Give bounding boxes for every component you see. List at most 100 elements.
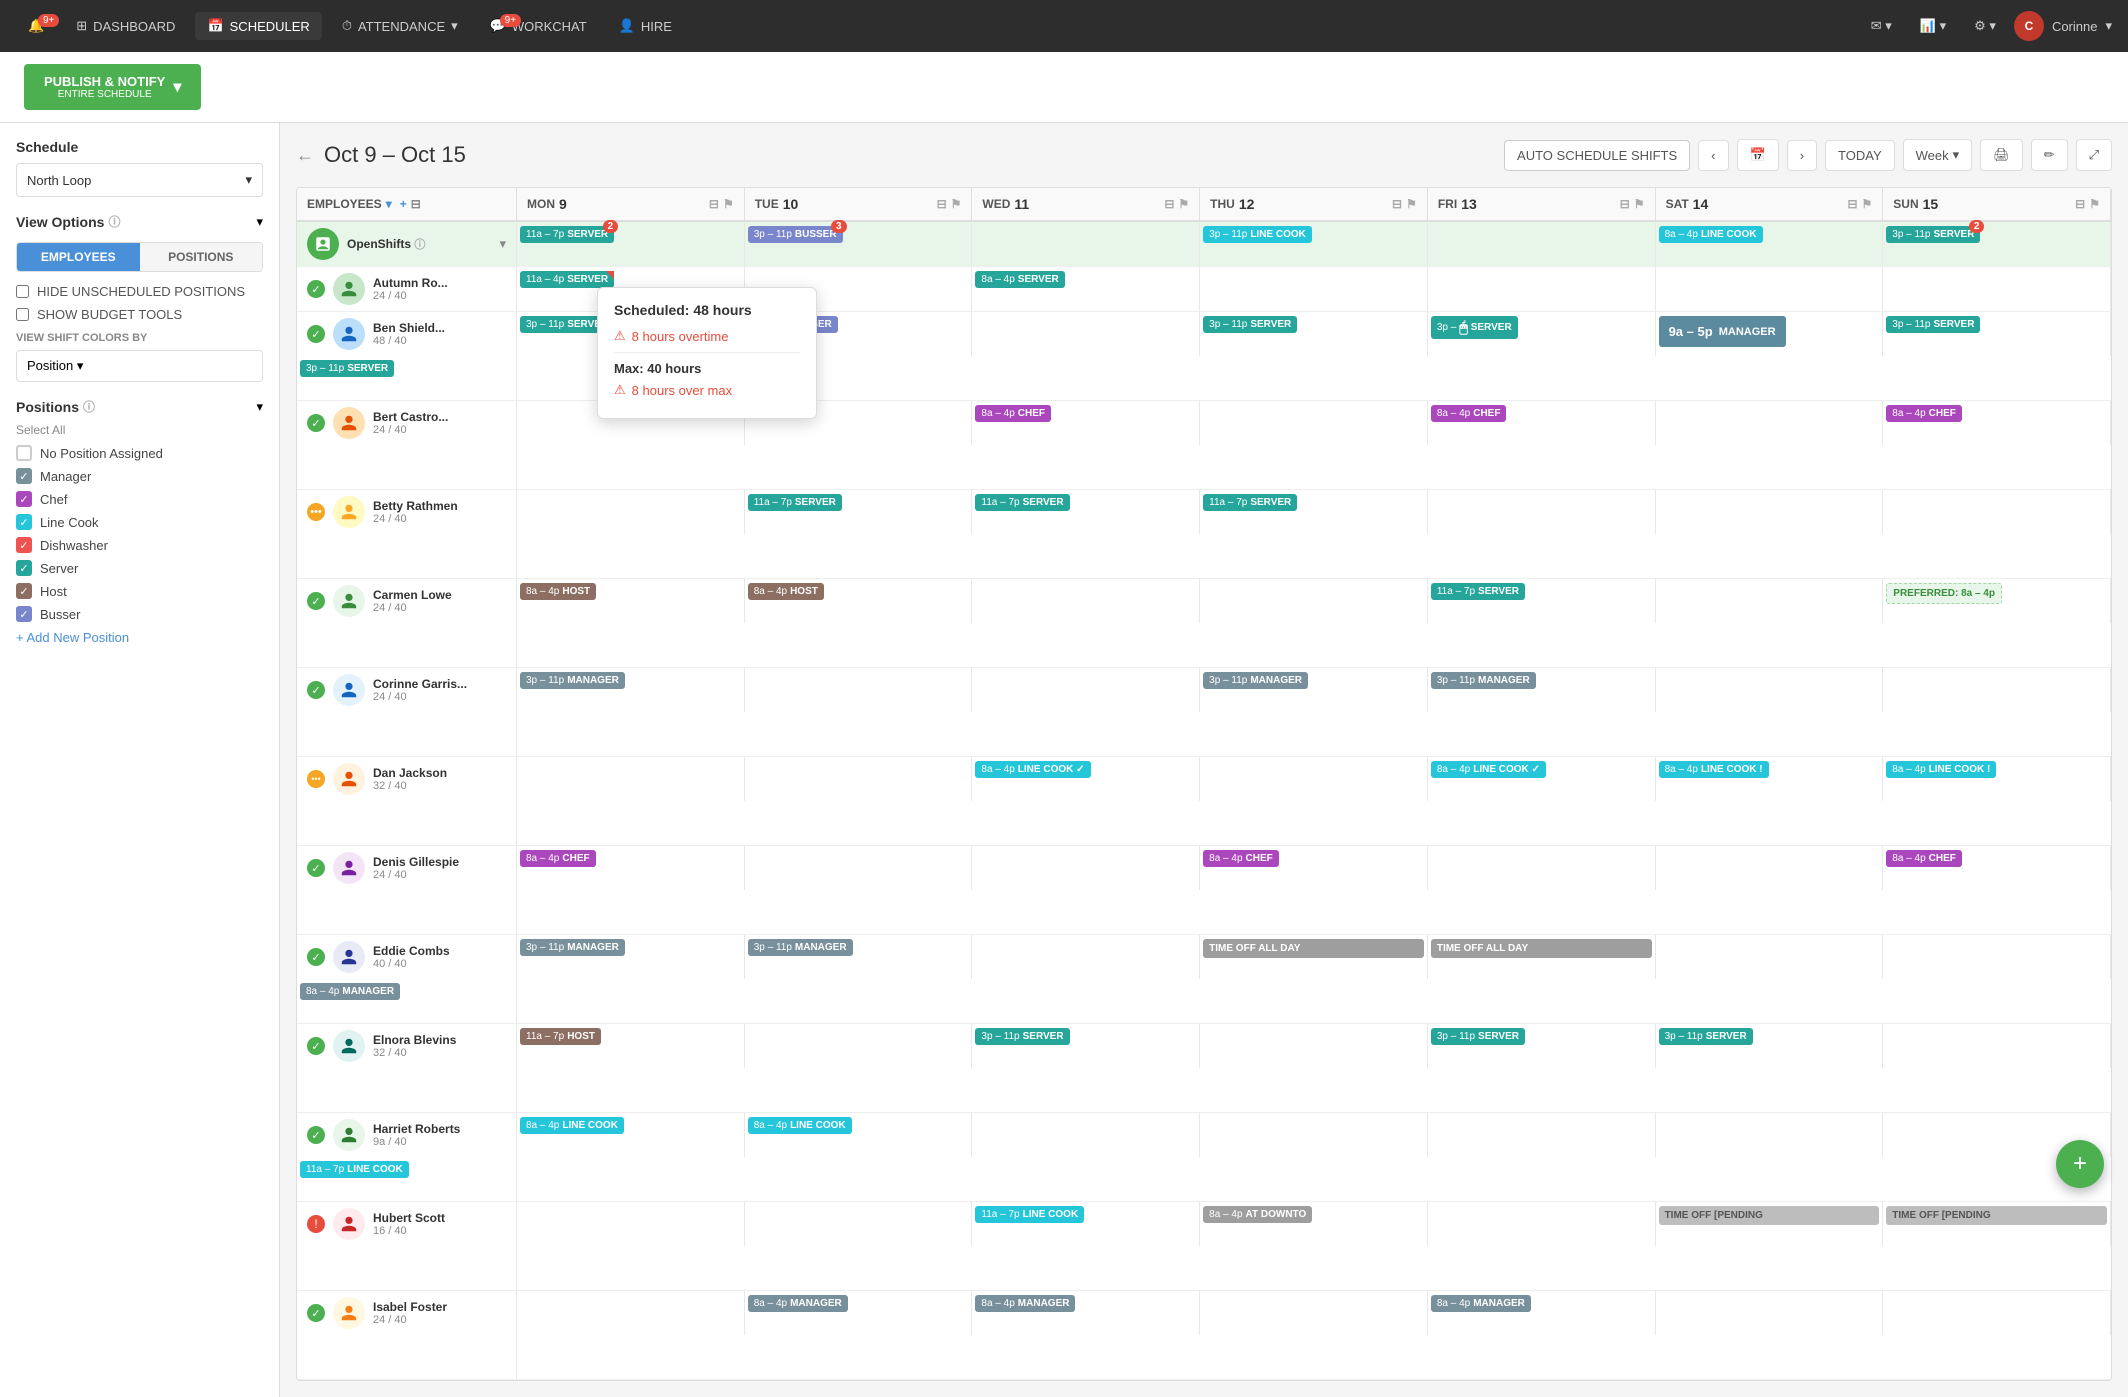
dan-tue[interactable]	[745, 757, 973, 801]
sat-add-icon[interactable]: ⚑	[1862, 197, 1873, 211]
hubert-sat[interactable]: TIME OFF [PENDING	[1656, 1202, 1884, 1246]
corinne-sat[interactable]	[1656, 668, 1884, 712]
eddie-fri[interactable]: TIME OFF ALL DAY	[1428, 935, 1656, 979]
shift-pill[interactable]: 3p – 11p BUSSER 3	[748, 226, 843, 243]
shift-pill[interactable]: 8a – 4p SERVER	[975, 271, 1064, 288]
harriet-mon[interactable]: 8a – 4p LINE COOK	[517, 1113, 745, 1157]
shift-pill[interactable]: 8a – 4p MANAGER	[1431, 1295, 1531, 1312]
elnora-wed[interactable]: 3p – 11p SERVER	[972, 1024, 1200, 1068]
corinne-sun[interactable]	[297, 712, 517, 756]
reports-btn[interactable]: 📊 ▾	[1910, 12, 1956, 40]
fri-add-icon[interactable]: ⚑	[1634, 197, 1645, 211]
calendar-picker-button[interactable]: 📅	[1737, 139, 1779, 171]
shift-pill[interactable]: 3p – 11p SERVER	[1431, 1028, 1525, 1045]
betty-tue[interactable]: 11a – 7p SERVER	[745, 490, 973, 534]
position-host[interactable]: ✓ Host	[16, 583, 263, 599]
shift-pill[interactable]: 8a – 4p LINE COOK !	[1886, 761, 1996, 778]
harriet-sun[interactable]: 11a – 7p LINE COOK	[297, 1157, 517, 1201]
time-off-thu[interactable]: TIME OFF ALL DAY	[1203, 939, 1424, 958]
autumn-thu[interactable]	[1200, 267, 1428, 311]
shift-pill[interactable]: 3p – 11p MANAGER	[748, 939, 853, 956]
auto-schedule-button[interactable]: AUTO SCHEDULE SHIFTS	[1504, 140, 1690, 171]
harriet-sat[interactable]	[1656, 1113, 1884, 1157]
carmen-thu[interactable]	[1200, 579, 1428, 623]
carmen-sat[interactable]	[1656, 579, 1884, 623]
betty-wed[interactable]: 11a – 7p SERVER	[972, 490, 1200, 534]
shift-pill-manager[interactable]: 9a – 5p MANAGER	[1659, 316, 1786, 347]
dan-sat2[interactable]: 8a – 4p LINE COOK !	[1883, 757, 2111, 801]
tue-add-icon[interactable]: ⚑	[951, 197, 962, 211]
shift-pill[interactable]: 3p – 11p MANAGER	[1431, 672, 1536, 689]
host-checkbox[interactable]: ✓	[16, 583, 32, 599]
bert-wed[interactable]: 8a – 4p CHEF	[972, 401, 1200, 445]
shift-pill[interactable]: 8a – 4p CHEF	[1431, 405, 1507, 422]
wed-add-icon[interactable]: ⚑	[1178, 197, 1189, 211]
ben-sun[interactable]: 3p – 11p SERVER	[297, 356, 517, 400]
open-shift-sun[interactable]: 3p – 11p SERVER 2	[1883, 222, 2111, 266]
elnora-sun[interactable]	[297, 1068, 517, 1112]
bert-sat[interactable]	[1656, 401, 1884, 445]
betty-mon[interactable]	[517, 490, 745, 534]
shift-pill[interactable]: 8a – 4p HOST	[748, 583, 824, 600]
chef-checkbox[interactable]: ✓	[16, 491, 32, 507]
bert-sun[interactable]	[297, 445, 517, 489]
settings-btn[interactable]: ⚙ ▾	[1964, 12, 2006, 40]
open-shift-sat[interactable]: 8a – 4p LINE COOK	[1656, 222, 1884, 266]
shift-pill[interactable]: 3p – 11p SERVER 2	[1886, 226, 1980, 243]
next-week-button[interactable]: ›	[1787, 140, 1817, 171]
carmen-sat2[interactable]: PREFERRED: 8a – 4p	[1883, 579, 2111, 623]
shift-pill[interactable]: 8a – 4p CHEF	[1886, 850, 1962, 867]
bert-thu[interactable]	[1200, 401, 1428, 445]
ben-thu[interactable]: 3p – 11p SERVER	[1200, 312, 1428, 356]
shift-pill[interactable]: 11a – 4p SERVER	[520, 271, 614, 288]
autumn-sun[interactable]	[1883, 267, 2111, 311]
shift-pill[interactable]: 11a – 7p SERVER 2	[520, 226, 614, 243]
shift-pill[interactable]: 3p – 11p SERVER	[300, 360, 394, 377]
shift-pill[interactable]: 3p – 11p SERVER	[975, 1028, 1069, 1045]
hubert-thu[interactable]: 8a – 4p AT DOWNTO	[1200, 1202, 1428, 1246]
mon-add-icon[interactable]: ⚑	[723, 197, 734, 211]
ben-wed[interactable]	[972, 312, 1200, 356]
corinne-thu[interactable]: 3p – 11p MANAGER	[1200, 668, 1428, 712]
positions-tab[interactable]: POSITIONS	[140, 243, 263, 271]
server-checkbox[interactable]: ✓	[16, 560, 32, 576]
isabel-sun[interactable]	[297, 1335, 517, 1379]
elnora-tue[interactable]	[745, 1024, 973, 1068]
prev-week-button[interactable]: ‹	[1698, 140, 1728, 171]
betty-sun[interactable]	[297, 534, 517, 578]
publish-notify-button[interactable]: PUBLISH & NOTIFY ENTIRE SCHEDULE ▾	[24, 64, 201, 110]
shift-pill[interactable]: 3p – 11p MANAGER	[520, 939, 625, 956]
isabel-sat2[interactable]	[1883, 1291, 2111, 1335]
shift-pill[interactable]: 8a – 4p LINE COOK	[748, 1117, 852, 1134]
bert-sat2[interactable]: 8a – 4p CHEF	[1883, 401, 2111, 445]
autumn-wed[interactable]: 8a – 4p SERVER	[972, 267, 1200, 311]
isabel-thu[interactable]	[1200, 1291, 1428, 1335]
autumn-mon[interactable]: 11a – 4p SERVER Scheduled: 48 hours 8 ho…	[517, 267, 745, 311]
dan-wed[interactable]: 8a – 4p LINE COOK ✓	[972, 757, 1200, 801]
denis-wed[interactable]	[972, 846, 1200, 890]
shift-pill[interactable]: 8a – 4p LINE COOK ✓	[975, 761, 1090, 778]
position-no-position[interactable]: No Position Assigned	[16, 445, 263, 461]
isabel-wed[interactable]: 8a – 4p MANAGER	[972, 1291, 1200, 1335]
eddie-sat[interactable]	[1656, 935, 1884, 979]
shift-pill[interactable]: 3p – 11p LINE COOK	[1203, 226, 1312, 243]
open-shift-wed[interactable]	[972, 222, 1200, 266]
nav-scheduler[interactable]: 📅 SCHEDULER	[195, 12, 321, 40]
corinne-fri[interactable]: 3p – 11p MANAGER	[1428, 668, 1656, 712]
corinne-tue[interactable]	[745, 668, 973, 712]
open-shift-thu[interactable]: 3p – 11p LINE COOK	[1200, 222, 1428, 266]
dan-fri[interactable]: 8a – 4p LINE COOK ✓	[1428, 757, 1656, 801]
busser-checkbox[interactable]: ✓	[16, 606, 32, 622]
betty-sat[interactable]	[1656, 490, 1884, 534]
open-shift-tue[interactable]: 3p – 11p BUSSER 3	[745, 222, 973, 266]
color-by-select[interactable]: Position ▾	[16, 350, 263, 382]
shift-pill[interactable]: 11a – 7p SERVER	[975, 494, 1069, 511]
autumn-sat[interactable]	[1656, 267, 1884, 311]
shift-pill[interactable]: 11a – 7p LINE COOK	[300, 1161, 409, 1178]
shift-pill[interactable]: 3p – 11p SERVER	[1659, 1028, 1753, 1045]
fab-add-button[interactable]: +	[2056, 1140, 2104, 1188]
fri-copy-icon[interactable]: ⊟	[1620, 197, 1630, 211]
denis-mon[interactable]: 8a – 4p CHEF	[517, 846, 745, 890]
shift-pill[interactable]: 8a – 4p MANAGER	[300, 983, 400, 1000]
shift-pill[interactable]: 8a – 4p CHEF	[1203, 850, 1279, 867]
